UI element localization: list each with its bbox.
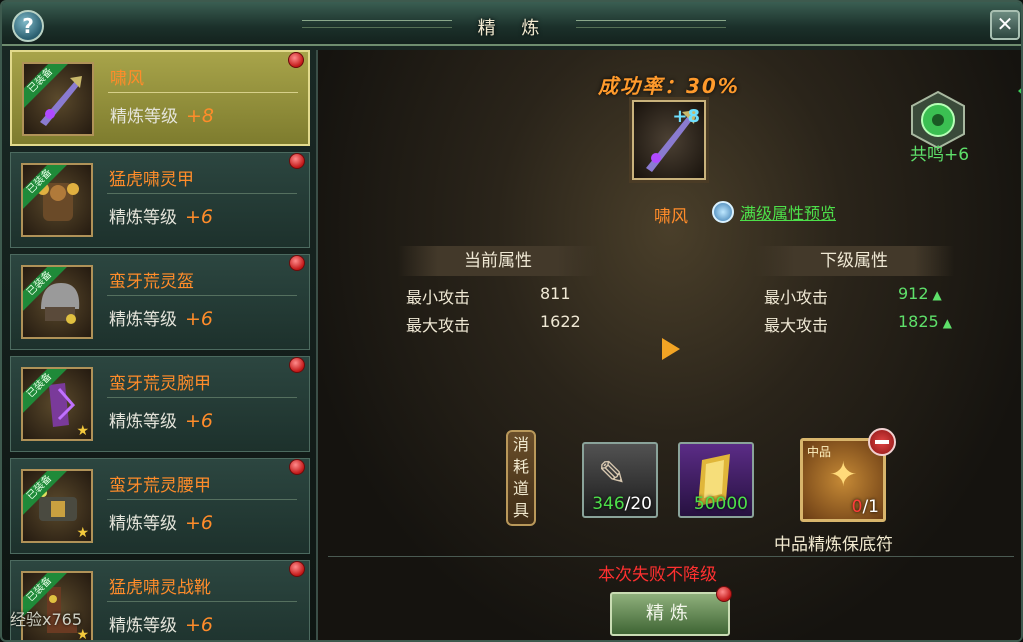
refine-target-slot[interactable]: +8 bbox=[632, 100, 706, 180]
notification-dot bbox=[289, 357, 305, 373]
equipment-name: 猛虎啸灵甲 bbox=[109, 170, 194, 190]
resonance-label: 共鸣+6 bbox=[910, 145, 970, 165]
next-stat-label: 最大攻击 bbox=[764, 316, 829, 335]
equipment-name: 猛虎啸灵战靴 bbox=[109, 578, 211, 598]
divider bbox=[328, 556, 1014, 557]
title-bar: ? 精 炼 ✕ bbox=[2, 2, 1021, 46]
current-stat-value: 811 bbox=[540, 284, 571, 303]
divider bbox=[107, 397, 297, 398]
refine-level: 精炼等级 +6 bbox=[109, 308, 214, 330]
current-attributes-header: 当前属性 bbox=[398, 246, 598, 276]
current-stat-label: 最大攻击 bbox=[406, 316, 471, 335]
refine-level: 精炼等级 +6 bbox=[109, 512, 214, 534]
refine-stone-count: 346/20 bbox=[592, 494, 652, 514]
current-stat-value: 1622 bbox=[540, 312, 581, 331]
equipment-slot: 已装备 bbox=[21, 265, 93, 339]
next-stat-label: 最小攻击 bbox=[764, 288, 829, 307]
refine-level: 精炼等级 +8 bbox=[110, 105, 215, 127]
equipment-item-3[interactable]: 已装备 蛮牙荒灵盔 精炼等级 +6 bbox=[10, 254, 310, 350]
equipment-name: 啸风 bbox=[110, 69, 144, 89]
refine-panel: 成功率：30% +8 啸风 满级属性预览 共鸣+6 当前属性 下级属性 最小攻击… bbox=[316, 50, 1021, 640]
collapse-arrow-icon[interactable] bbox=[1018, 84, 1021, 98]
remove-icon[interactable] bbox=[868, 428, 896, 456]
equipment-item-2[interactable]: 已装备 猛虎啸灵甲 精炼等级 +6 bbox=[10, 152, 310, 248]
equipment-slot: 已装备 ★ bbox=[21, 469, 93, 543]
max-preview-link[interactable]: 满级属性预览 bbox=[712, 200, 836, 224]
equipment-name: 蛮牙荒灵腕甲 bbox=[109, 374, 211, 394]
equipment-item-4[interactable]: 已装备 ★ 蛮牙荒灵腕甲 精炼等级 +6 bbox=[10, 356, 310, 452]
max-preview-label: 满级属性预览 bbox=[740, 204, 837, 223]
current-stat-label: 最小攻击 bbox=[406, 288, 471, 307]
equipment-slot: 已装备 ★ bbox=[21, 367, 93, 441]
protection-charm-name: 中品精炼保底符 bbox=[774, 535, 893, 555]
divider bbox=[107, 193, 297, 194]
notification-dot bbox=[289, 561, 305, 577]
grade-tag: 中品 bbox=[807, 445, 832, 459]
refine-button-label: 精炼 bbox=[646, 603, 694, 624]
gold-slot[interactable]: 50000 bbox=[678, 442, 754, 518]
notification-dot bbox=[289, 255, 305, 271]
consume-items-label: 消耗道具 bbox=[506, 430, 536, 526]
refine-stone-slot[interactable]: ✎ 346/20 bbox=[582, 442, 658, 518]
divider bbox=[108, 92, 298, 93]
star-icon: ★ bbox=[76, 525, 89, 541]
next-attributes-header: 下级属性 bbox=[754, 246, 954, 276]
next-stat-value: 912 ▲ bbox=[898, 284, 942, 303]
refine-window: ? 精 炼 ✕ 已装备 啸风 精炼等级 +8 已装备 猛虎啸灵甲 精炼等级 +6… bbox=[0, 0, 1023, 642]
refine-level: 精炼等级 +6 bbox=[109, 410, 214, 432]
refine-level: 精炼等级 +6 bbox=[109, 614, 214, 636]
equipment-slot: 已装备 bbox=[22, 62, 94, 136]
equipment-item-5[interactable]: 已装备 ★ 蛮牙荒灵腰甲 精炼等级 +6 bbox=[10, 458, 310, 554]
target-refine-level: +8 bbox=[672, 106, 700, 127]
protection-charm-count: 0/1 bbox=[851, 497, 879, 517]
refine-stone-icon: ✎ bbox=[598, 454, 627, 494]
next-stat-value: 1825 ▲ bbox=[898, 312, 952, 331]
star-icon: ★ bbox=[76, 423, 89, 439]
equipment-slot: 已装备 bbox=[21, 163, 93, 237]
arrow-right-icon bbox=[662, 338, 680, 360]
divider bbox=[107, 601, 297, 602]
refine-level: 精炼等级 +6 bbox=[109, 206, 214, 228]
notification-dot bbox=[716, 586, 732, 602]
exp-overlay-text: 经验x765 bbox=[10, 610, 83, 629]
window-title: 精 炼 bbox=[477, 18, 550, 39]
notification-dot bbox=[289, 459, 305, 475]
protection-charm-icon: ✦ bbox=[829, 455, 858, 495]
refine-button[interactable]: 精炼 bbox=[610, 586, 732, 636]
arrow-up-icon: ▲ bbox=[942, 316, 952, 330]
no-downgrade-notice: 本次失败不降级 bbox=[598, 565, 717, 585]
target-equipment-name: 啸风 bbox=[654, 207, 688, 227]
notification-dot bbox=[289, 153, 305, 169]
gold-amount: 50000 bbox=[693, 494, 748, 514]
equipment-name: 蛮牙荒灵腰甲 bbox=[109, 476, 211, 496]
arrow-up-icon: ▲ bbox=[932, 288, 942, 302]
notification-dot bbox=[288, 52, 304, 68]
equipment-item-1[interactable]: 已装备 啸风 精炼等级 +8 bbox=[10, 50, 310, 146]
title-ornament-right bbox=[576, 20, 726, 28]
equipment-name: 蛮牙荒灵盔 bbox=[109, 272, 194, 292]
equipment-list: 已装备 啸风 精炼等级 +8 已装备 猛虎啸灵甲 精炼等级 +6 已装备 蛮牙荒… bbox=[10, 50, 312, 640]
divider bbox=[107, 499, 297, 500]
magnifier-icon bbox=[712, 201, 734, 223]
success-rate: 成功率：30% bbox=[598, 74, 740, 98]
close-icon[interactable]: ✕ bbox=[990, 10, 1020, 40]
divider bbox=[107, 295, 297, 296]
